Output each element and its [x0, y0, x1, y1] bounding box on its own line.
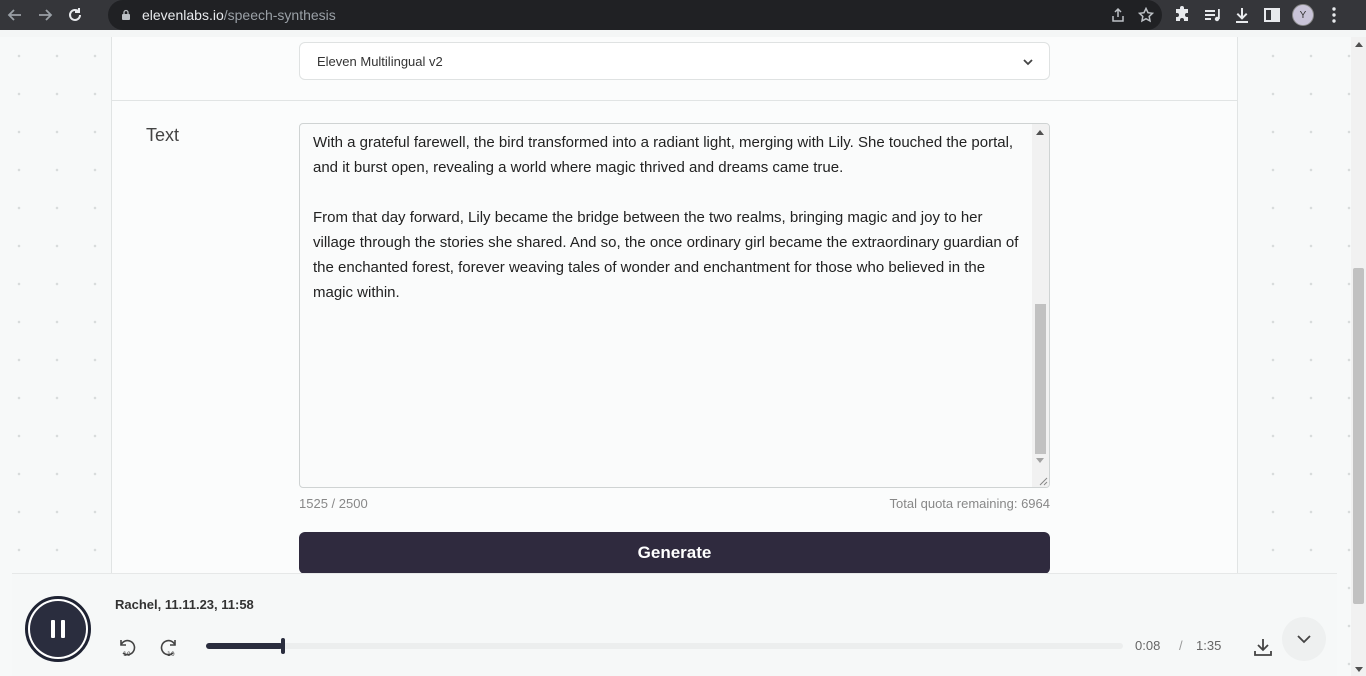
reload-icon — [69, 8, 81, 21]
progress-fill — [206, 643, 283, 649]
resize-grip-icon[interactable] — [1036, 474, 1048, 486]
chevron-down-icon — [1297, 635, 1311, 644]
lock-icon — [122, 9, 130, 20]
progress-handle[interactable] — [281, 638, 285, 654]
puzzle-icon[interactable] — [1172, 5, 1192, 25]
progress-slider[interactable] — [206, 638, 1123, 654]
scroll-up-arrow[interactable] — [1036, 130, 1044, 135]
reload-button[interactable] — [60, 0, 90, 30]
total-duration: 1:35 — [1196, 638, 1222, 653]
audio-player: Rachel, 11.11.23, 11:58 10 10 0:08 / 1:3… — [12, 573, 1337, 676]
character-count: 1525 / 2500 — [299, 496, 368, 511]
side-panel-icon[interactable] — [1262, 5, 1282, 25]
download-audio-icon[interactable] — [1252, 636, 1274, 658]
page-scroll-up[interactable] — [1355, 42, 1363, 47]
page-scrollbar[interactable] — [1351, 37, 1366, 676]
speech-synthesis-card: Eleven Multilingual v2 Text With a grate… — [111, 37, 1238, 635]
current-time: 0:08 — [1135, 638, 1161, 653]
pause-button-inner — [30, 601, 86, 657]
share-icon[interactable] — [1110, 7, 1126, 23]
rewind-10-icon[interactable]: 10 — [116, 636, 138, 658]
download-icon[interactable] — [1232, 5, 1252, 25]
pause-icon — [51, 620, 65, 638]
model-select[interactable]: Eleven Multilingual v2 — [299, 42, 1050, 80]
text-label: Text — [146, 125, 180, 145]
model-select-value: Eleven Multilingual v2 — [317, 53, 443, 69]
text-input-scrollbar[interactable] — [1032, 124, 1049, 487]
kebab-menu-icon[interactable] — [1324, 5, 1344, 25]
address-bar[interactable]: elevenlabs.io/speech-synthesis — [108, 0, 1162, 30]
back-button[interactable] — [0, 0, 30, 30]
url-domain: elevenlabs.io — [142, 7, 224, 23]
scrollbar-thumb[interactable] — [1035, 304, 1046, 454]
url-text: elevenlabs.io/speech-synthesis — [142, 7, 336, 23]
svg-text:10: 10 — [167, 651, 175, 658]
page-scroll-thumb[interactable] — [1353, 268, 1364, 604]
browser-toolbar: elevenlabs.io/speech-synthesis Y — [0, 0, 1366, 30]
profile-avatar[interactable]: Y — [1292, 4, 1314, 26]
scroll-down-arrow[interactable] — [1036, 458, 1044, 463]
chevron-down-icon — [1023, 59, 1033, 66]
generate-button[interactable]: Generate — [299, 532, 1050, 574]
text-input-value: With a grateful farewell, the bird trans… — [313, 134, 1019, 301]
time-separator: / — [1179, 638, 1183, 653]
section-divider — [112, 100, 1238, 101]
star-icon[interactable] — [1138, 7, 1154, 23]
pause-button[interactable] — [25, 596, 91, 662]
page-content: Eleven Multilingual v2 Text With a grate… — [0, 37, 1351, 676]
text-input[interactable]: With a grateful farewell, the bird trans… — [299, 123, 1050, 488]
url-path: /speech-synthesis — [223, 7, 336, 23]
media-queue-icon[interactable] — [1202, 5, 1222, 25]
page-scroll-down[interactable] — [1355, 667, 1363, 672]
collapse-player-button[interactable] — [1282, 617, 1326, 661]
arrow-left-icon — [7, 9, 21, 21]
forward-10-icon[interactable]: 10 — [158, 636, 180, 658]
svg-text:10: 10 — [123, 651, 131, 658]
track-title: Rachel, 11.11.23, 11:58 — [115, 597, 254, 612]
forward-button[interactable] — [30, 0, 60, 30]
arrow-right-icon — [39, 9, 53, 21]
quota-remaining: Total quota remaining: 6964 — [889, 496, 1050, 511]
